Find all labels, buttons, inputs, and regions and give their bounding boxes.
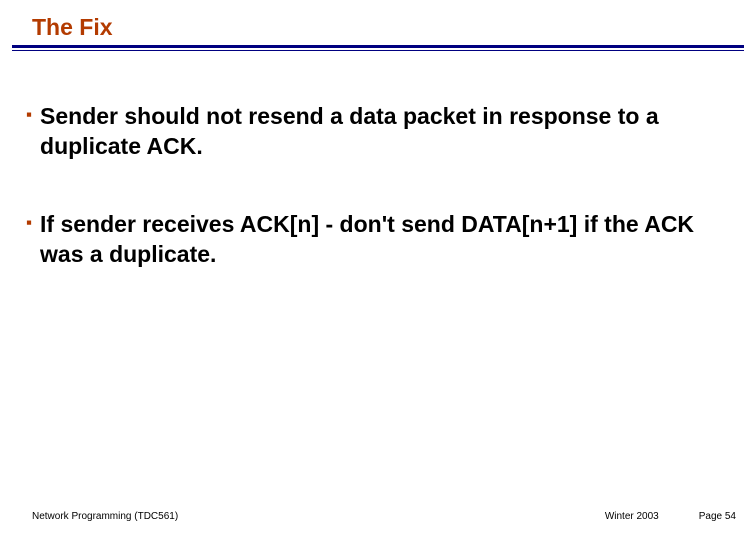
title-area: The Fix: [0, 14, 756, 51]
bullet-item: ▪ Sender should not resend a data packet…: [26, 102, 730, 162]
footer-term: Winter 2003: [605, 511, 659, 522]
bullet-icon: ▪: [26, 214, 32, 231]
content-area: ▪ Sender should not resend a data packet…: [26, 102, 730, 318]
bullet-text: Sender should not resend a data packet i…: [40, 102, 730, 162]
slide-title: The Fix: [0, 14, 756, 45]
title-rule-thin: [12, 50, 744, 51]
footer-left: Network Programming (TDC561): [32, 511, 178, 522]
bullet-item: ▪ If sender receives ACK[n] - don't send…: [26, 210, 730, 270]
footer-page: Page 54: [699, 511, 736, 522]
bullet-text: If sender receives ACK[n] - don't send D…: [40, 210, 730, 270]
footer: Network Programming (TDC561) Winter 2003…: [32, 511, 736, 522]
footer-right: Winter 2003 Page 54: [605, 511, 736, 522]
bullet-icon: ▪: [26, 106, 32, 123]
title-rule-thick: [12, 45, 744, 48]
